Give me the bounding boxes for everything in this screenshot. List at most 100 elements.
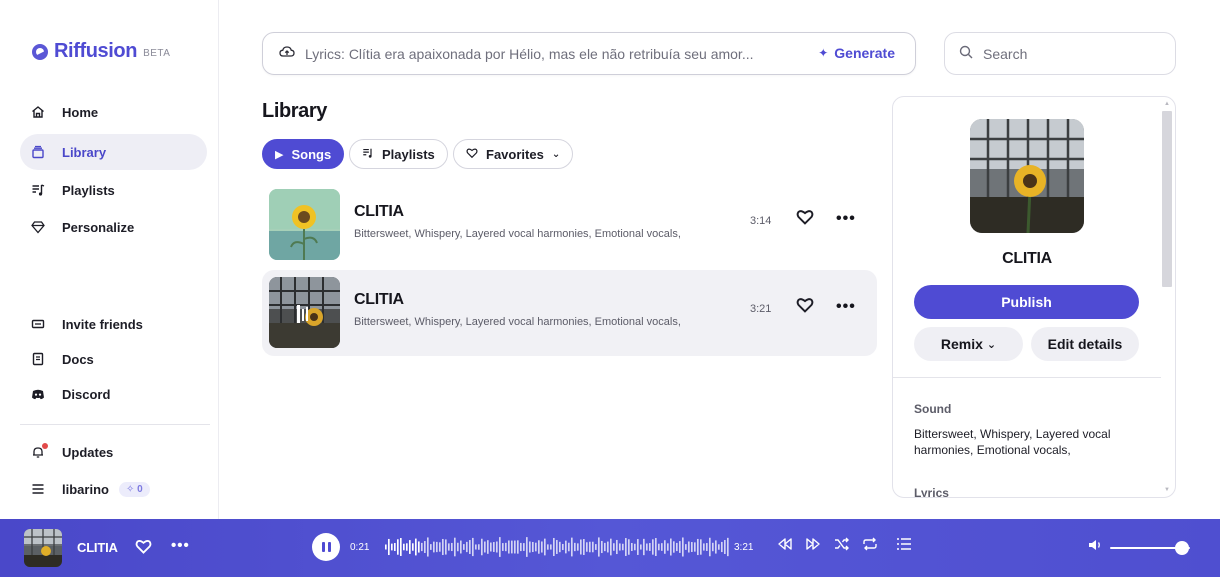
player-bar: CLITIA ••• 0:21 3:21 <box>0 519 1220 577</box>
waveform-scrubber[interactable] <box>385 533 730 561</box>
sidebar-item-label: Home <box>62 104 99 120</box>
heart-icon[interactable] <box>135 538 152 555</box>
chevron-down-icon: ⌄ <box>551 148 561 160</box>
song-duration: 3:14 <box>750 215 772 227</box>
beta-badge: BETA <box>143 47 171 59</box>
panel-divider <box>893 377 1161 378</box>
sidebar-item-personalize[interactable]: Personalize <box>20 209 207 245</box>
total-time: 3:21 <box>734 542 754 553</box>
volume-icon[interactable] <box>1088 538 1104 555</box>
volume-knob[interactable] <box>1175 541 1189 555</box>
song-row[interactable]: CLITIA Bittersweet, Whispery, Layered vo… <box>262 270 877 356</box>
pause-icon-bar <box>327 542 331 552</box>
remix-label: Remix <box>940 336 983 352</box>
repeat-icon[interactable] <box>862 537 878 554</box>
heart-icon[interactable] <box>796 208 814 226</box>
sound-label: Sound <box>914 402 952 416</box>
sidebar-item-playlists[interactable]: Playlists <box>20 172 207 208</box>
fast-forward-icon[interactable] <box>805 537 821 554</box>
detail-title: CLITIA <box>1002 250 1052 267</box>
more-options-icon[interactable]: ••• <box>836 298 856 316</box>
generate-label: Generate <box>834 45 895 61</box>
song-detail-panel: CLITIA Publish Remix ⌄ Edit details Soun… <box>892 96 1176 498</box>
playlist-icon <box>30 182 46 198</box>
search-input[interactable] <box>983 45 1153 62</box>
heart-icon <box>466 147 478 162</box>
playlist-icon <box>362 147 374 162</box>
sidebar-item-label: Invite friends <box>62 316 143 332</box>
filter-favorites[interactable]: Favorites ⌄ <box>453 139 574 169</box>
sidebar-item-label: Discord <box>62 386 111 402</box>
pause-button[interactable] <box>312 533 340 561</box>
scroll-up-icon[interactable]: ▲ <box>1164 101 1170 107</box>
sidebar-item-docs[interactable]: Docs <box>20 341 207 377</box>
song-tags: Bittersweet, Whispery, Layered vocal har… <box>354 228 681 240</box>
sidebar-item-label: Docs <box>62 351 94 367</box>
app-root: Riffusion BETA Home Library Playlists Pe… <box>0 0 1220 577</box>
sidebar-divider <box>20 424 210 425</box>
search-icon <box>959 45 973 62</box>
user-name: libarino <box>62 481 109 497</box>
sidebar-item-library[interactable]: Library <box>20 134 207 170</box>
sidebar-item-user[interactable]: libarino ✧ 0 <box>20 471 207 507</box>
credits-count: 0 <box>137 483 143 495</box>
filter-label: Favorites <box>486 146 544 162</box>
credits-badge[interactable]: ✧ 0 <box>118 481 150 497</box>
search-box[interactable] <box>944 32 1176 75</box>
upload-cloud-icon[interactable] <box>279 45 297 62</box>
prompt-box[interactable]: Lyrics: Clítia era apaixonada por Hélio,… <box>262 32 916 75</box>
player-cover[interactable] <box>24 529 62 567</box>
song-cover[interactable] <box>269 277 340 348</box>
sidebar: Riffusion BETA Home Library Playlists Pe… <box>0 0 219 519</box>
play-icon: ▶ <box>275 148 284 161</box>
song-cover[interactable] <box>269 189 340 260</box>
generate-button[interactable]: ✦ Generate <box>818 45 895 61</box>
brand-name: Riffusion <box>54 40 138 62</box>
filter-label: Songs <box>291 146 332 162</box>
filter-label: Playlists <box>382 146 435 162</box>
more-options-icon[interactable]: ••• <box>836 210 856 228</box>
heart-icon[interactable] <box>796 296 814 314</box>
scroll-down-icon[interactable]: ▼ <box>1164 487 1170 493</box>
brand-logo[interactable]: Riffusion BETA <box>32 40 170 63</box>
shuffle-icon[interactable] <box>834 537 850 554</box>
publish-button[interactable]: Publish <box>914 285 1139 319</box>
more-options-icon[interactable]: ••• <box>171 537 190 554</box>
sidebar-item-home[interactable]: Home <box>20 94 207 130</box>
sparkle-icon: ✧ <box>125 483 135 495</box>
sidebar-item-label: Personalize <box>62 219 135 235</box>
home-icon <box>30 104 46 120</box>
riffusion-logo-icon <box>32 43 48 60</box>
song-title[interactable]: CLITIA <box>354 203 404 221</box>
queue-icon[interactable] <box>896 537 912 554</box>
song-row[interactable]: CLITIA Bittersweet, Whispery, Layered vo… <box>262 182 877 268</box>
notification-dot <box>42 443 48 449</box>
ticket-icon <box>30 316 46 332</box>
sidebar-item-label: Playlists <box>62 182 115 198</box>
song-duration: 3:21 <box>750 303 772 315</box>
discord-icon <box>30 386 46 402</box>
sidebar-item-discord[interactable]: Discord <box>20 376 207 412</box>
rewind-icon[interactable] <box>777 537 793 554</box>
edit-details-button[interactable]: Edit details <box>1031 327 1139 361</box>
sidebar-item-label: Updates <box>62 444 114 460</box>
song-tags: Bittersweet, Whispery, Layered vocal har… <box>354 316 681 328</box>
sidebar-item-updates[interactable]: Updates <box>20 434 207 470</box>
filter-playlists[interactable]: Playlists <box>349 139 448 169</box>
player-title[interactable]: CLITIA <box>77 540 118 555</box>
bell-icon <box>30 443 48 460</box>
menu-icon <box>30 481 46 497</box>
sound-text: Bittersweet, Whispery, Layered vocal har… <box>914 427 1111 457</box>
sidebar-item-label: Library <box>62 144 107 160</box>
prompt-input[interactable]: Lyrics: Clítia era apaixonada por Hélio,… <box>305 46 795 62</box>
remix-button[interactable]: Remix ⌄ <box>914 327 1023 361</box>
lyrics-label: Lyrics <box>914 486 949 498</box>
sidebar-item-invite[interactable]: Invite friends <box>20 306 207 342</box>
detail-cover <box>970 119 1084 233</box>
filter-songs[interactable]: ▶ Songs <box>262 139 345 169</box>
song-title[interactable]: CLITIA <box>354 291 404 309</box>
diamond-icon <box>30 219 46 235</box>
sparkle-icon: ✦ <box>818 46 829 60</box>
scrollbar-thumb[interactable] <box>1162 111 1172 287</box>
library-icon <box>30 144 46 160</box>
